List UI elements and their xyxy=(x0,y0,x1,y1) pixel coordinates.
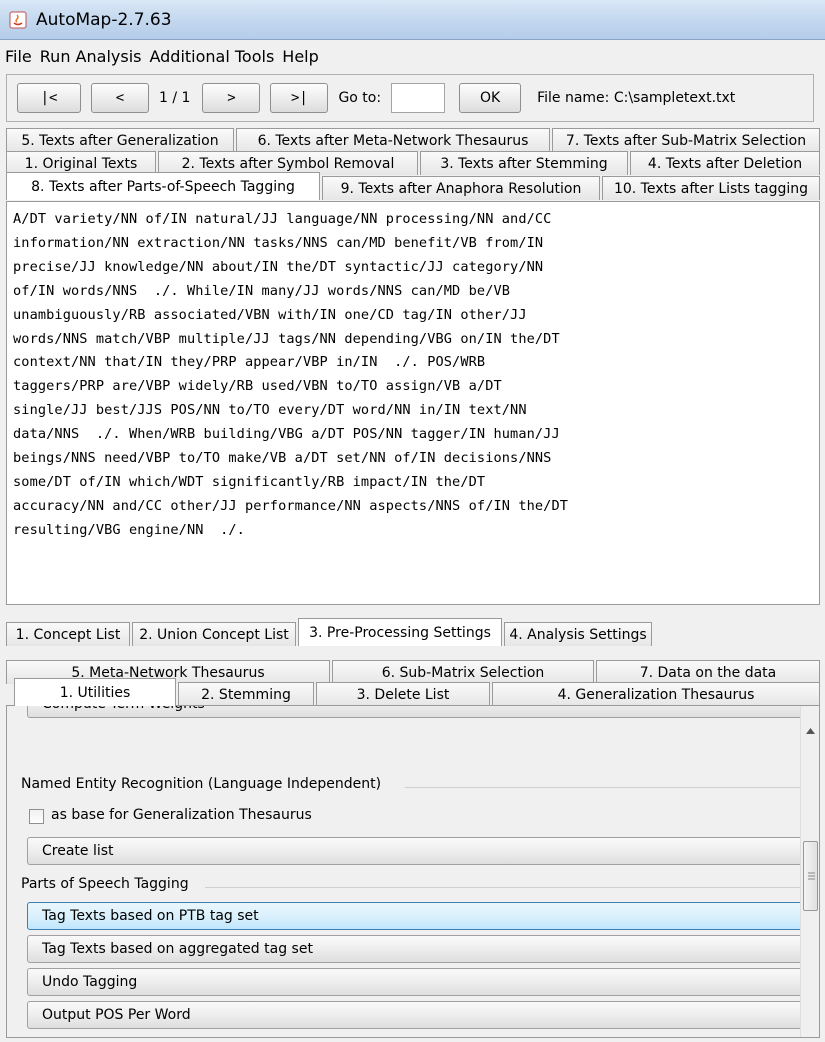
utilities-panel: Compute Term Weights Named Entity Recogn… xyxy=(6,705,820,1038)
page-indicator: 1 / 1 xyxy=(159,90,191,106)
generalization-base-checkbox-label: as base for Generalization Thesaurus xyxy=(51,807,312,823)
tagged-text-area[interactable]: A/DT variety/NN of/IN natural/JJ languag… xyxy=(6,201,820,605)
tab-texts-after-deletion[interactable]: 4. Texts after Deletion xyxy=(630,151,820,175)
tab-texts-after-stemming[interactable]: 3. Texts after Stemming xyxy=(420,151,628,175)
tagged-text-line: taggers/PRP are/VBP widely/RB used/VBN t… xyxy=(13,378,502,395)
tagged-text-line: of/IN words/NNS ./. While/IN many/JJ wor… xyxy=(13,282,511,299)
tagged-text-line: data/NNS ./. When/WRB building/VBG a/DT … xyxy=(13,426,560,443)
goto-input[interactable] xyxy=(391,83,446,113)
menu-additional-tools[interactable]: Additional Tools xyxy=(146,47,277,66)
tagged-text-line: single/JJ best/JJS POS/NN to/TO every/DT… xyxy=(13,402,527,419)
pos-section-label: Parts of Speech Tagging xyxy=(21,876,189,892)
tagged-text-line: precise/JJ knowledge/NN about/IN the/DT … xyxy=(13,258,544,275)
tab-stemming[interactable]: 2. Stemming xyxy=(178,682,314,706)
tagged-text-line: A/DT variety/NN of/IN natural/JJ languag… xyxy=(13,211,552,227)
scrollbar-thumb[interactable] xyxy=(803,841,818,911)
ner-section-label: Named Entity Recognition (Language Indep… xyxy=(21,776,382,792)
ok-button[interactable]: OK xyxy=(459,83,522,113)
tag-texts-aggregated-button[interactable]: Tag Texts based on aggregated tag set xyxy=(27,935,803,963)
tab-analysis-settings[interactable]: 4. Analysis Settings xyxy=(504,622,652,646)
tagged-text-line: some/DT of/IN which/WDT significantly/RB… xyxy=(13,473,486,490)
first-page-button[interactable]: |< xyxy=(17,83,81,113)
tab-union-concept-list[interactable]: 2. Union Concept List xyxy=(132,622,296,646)
generalization-base-checkbox[interactable] xyxy=(29,809,44,824)
tab-pre-processing-settings[interactable]: 3. Pre-Processing Settings xyxy=(298,618,502,646)
tab-texts-after-sub-matrix-selection[interactable]: 7. Texts after Sub-Matrix Selection xyxy=(552,128,820,152)
window-title: AutoMap-2.7.63 xyxy=(36,9,172,30)
undo-tagging-button[interactable]: Undo Tagging xyxy=(27,968,803,996)
tab-texts-after-generalization[interactable]: 5. Texts after Generalization xyxy=(6,128,234,152)
tab-concept-list[interactable]: 1. Concept List xyxy=(6,622,130,646)
tab-generalization-thesaurus[interactable]: 4. Generalization Thesaurus xyxy=(492,682,820,706)
tagged-text-line: beings/NNS need/VBP to/TO make/VB a/DT s… xyxy=(13,450,552,467)
next-page-button[interactable]: > xyxy=(202,83,261,113)
tab-texts-after-lists-tagging[interactable]: 10. Texts after Lists tagging xyxy=(602,176,820,200)
java-app-icon xyxy=(8,10,28,30)
utilities-scrollbar[interactable] xyxy=(800,706,819,1037)
tab-texts-after-anaphora-resolution[interactable]: 9. Texts after Anaphora Resolution xyxy=(322,176,600,200)
menu-file[interactable]: File xyxy=(2,47,35,66)
menu-bar: File Run Analysis Additional Tools Help xyxy=(0,40,825,72)
create-list-button[interactable]: Create list xyxy=(27,837,803,865)
last-page-button[interactable]: >| xyxy=(270,83,329,113)
tab-delete-list[interactable]: 3. Delete List xyxy=(316,682,490,706)
tab-data-on-the-data[interactable]: 7. Data on the data xyxy=(596,660,820,684)
tag-texts-ptb-button[interactable]: Tag Texts based on PTB tag set xyxy=(27,902,803,930)
menu-run-analysis[interactable]: Run Analysis xyxy=(37,47,145,66)
tagged-text-content: A/DT variety/NN of/IN natural/JJ languag… xyxy=(7,202,819,543)
scroll-up-arrow-icon[interactable] xyxy=(806,722,815,738)
tab-sub-matrix-selection[interactable]: 6. Sub-Matrix Selection xyxy=(332,660,594,684)
tagged-text-line: information/NN extraction/NN tasks/NNS c… xyxy=(13,234,544,251)
compute-term-weights-button[interactable]: Compute Term Weights xyxy=(27,706,803,718)
tab-texts-after-meta-network-thesaurus[interactable]: 6. Texts after Meta-Network Thesaurus xyxy=(236,128,550,152)
menu-help[interactable]: Help xyxy=(279,47,321,66)
file-name-label: File name: C:\sampletext.txt xyxy=(537,90,736,106)
output-pos-per-word-button[interactable]: Output POS Per Word xyxy=(27,1001,803,1029)
tagged-text-line: resulting/VBG engine/NN ./. xyxy=(13,521,245,538)
pos-section-divider xyxy=(205,887,801,888)
tab-texts-after-pos-tagging[interactable]: 8. Texts after Parts-of-Speech Tagging xyxy=(6,172,320,200)
previous-page-button[interactable]: < xyxy=(91,83,149,113)
goto-label: Go to: xyxy=(338,90,382,106)
tagged-text-line: words/NNS match/VBP multiple/JJ tags/NN … xyxy=(13,330,560,347)
title-bar: AutoMap-2.7.63 xyxy=(0,0,825,40)
tab-utilities[interactable]: 1. Utilities xyxy=(14,678,176,706)
navigation-toolbar: |< < 1 / 1 > >| Go to: OK File name: C:\… xyxy=(6,74,814,122)
tagged-text-line: context/NN that/IN they/PRP appear/VBP i… xyxy=(13,354,486,371)
tagged-text-line: accuracy/NN and/CC other/JJ performance/… xyxy=(13,497,569,514)
tagged-text-line: unambiguously/RB associated/VBN with/IN … xyxy=(13,306,527,323)
ner-section-divider xyxy=(405,787,801,788)
